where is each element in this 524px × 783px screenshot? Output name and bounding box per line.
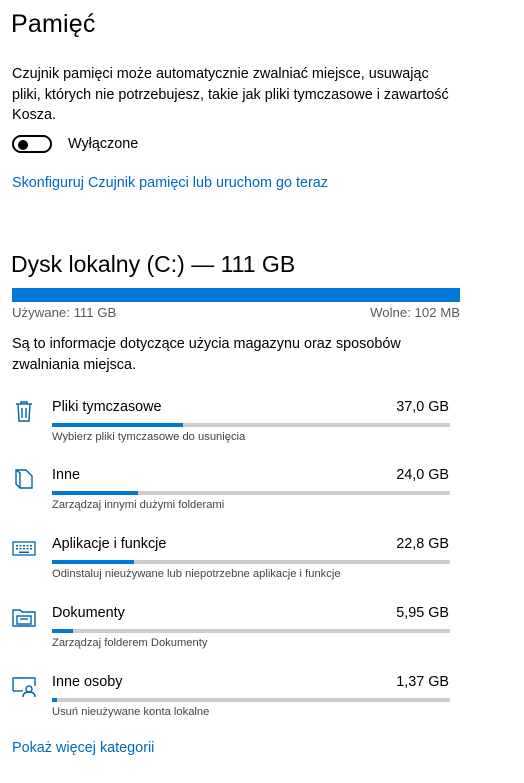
category-usage-bar xyxy=(52,629,450,633)
category-usage-fill xyxy=(52,491,138,495)
used-space-label: Używane: 111 GB xyxy=(12,305,117,320)
category-other-users[interactable]: Inne osoby 1,37 GB Usuń nieużywane konta… xyxy=(0,672,524,734)
category-name: Inne osoby xyxy=(52,674,123,690)
category-size: 1,37 GB xyxy=(396,674,449,690)
category-usage-fill xyxy=(52,423,184,427)
category-name: Pliki tymczasowe xyxy=(52,399,162,415)
category-documents[interactable]: Dokumenty 5,95 GB Zarządzaj folderem Dok… xyxy=(0,603,524,665)
keyboard-icon xyxy=(12,536,36,560)
category-usage-bar xyxy=(52,491,450,495)
free-space-label: Wolne: 102 MB xyxy=(370,305,460,320)
category-size: 24,0 GB xyxy=(396,467,449,483)
category-size: 22,8 GB xyxy=(396,536,449,552)
category-usage-bar xyxy=(52,560,450,564)
category-usage-bar xyxy=(52,698,450,702)
other-files-icon xyxy=(12,467,36,491)
disk-usage-fill xyxy=(12,288,460,302)
storage-info-text: Są to informacje dotyczące użycia magazy… xyxy=(12,336,401,373)
category-subtitle: Wybierz pliki tymczasowe do usunięcia xyxy=(52,431,246,443)
category-name: Aplikacje i funkcje xyxy=(52,536,167,552)
configure-storage-sense-link[interactable]: Skonfiguruj Czujnik pamięci lub uruchom … xyxy=(12,175,328,191)
storage-sense-description: Czujnik pamięci może automatycznie zwaln… xyxy=(12,66,449,123)
category-subtitle: Odinstaluj nieużywane lub niepotrzebne a… xyxy=(52,568,341,580)
category-subtitle: Zarządzaj innymi dużymi folderami xyxy=(52,499,225,511)
category-usage-fill xyxy=(52,629,74,633)
category-name: Inne xyxy=(52,467,81,483)
category-size: 5,95 GB xyxy=(396,605,449,621)
disk-usage-bar xyxy=(12,288,460,302)
category-usage-fill xyxy=(52,698,58,702)
category-usage-bar xyxy=(52,423,450,427)
category-other[interactable]: Inne 24,0 GB Zarządzaj innymi dużymi fol… xyxy=(0,465,524,527)
category-subtitle: Usuń nieużywane konta lokalne xyxy=(52,706,210,718)
category-apps-features[interactable]: Aplikacje i funkcje 22,8 GB Odinstaluj n… xyxy=(0,534,524,596)
toggle-state-label: Wyłączone xyxy=(68,136,139,152)
category-size: 37,0 GB xyxy=(396,399,449,415)
disk-title: Dysk lokalny (C:) — 111 GB xyxy=(11,251,296,277)
show-more-categories-link[interactable]: Pokaż więcej kategorii xyxy=(12,740,154,756)
toggle-knob xyxy=(18,140,28,150)
storage-sense-toggle[interactable] xyxy=(12,135,52,153)
other-users-icon xyxy=(12,674,36,698)
page-title: Pamięć xyxy=(11,10,96,38)
category-subtitle: Zarządzaj folderem Dokumenty xyxy=(52,637,208,649)
category-usage-fill xyxy=(52,560,134,564)
category-temporary-files[interactable]: Pliki tymczasowe 37,0 GB Wybierz pliki t… xyxy=(0,397,524,459)
trash-icon xyxy=(12,399,36,423)
documents-folder-icon xyxy=(12,605,36,629)
category-name: Dokumenty xyxy=(52,605,125,621)
